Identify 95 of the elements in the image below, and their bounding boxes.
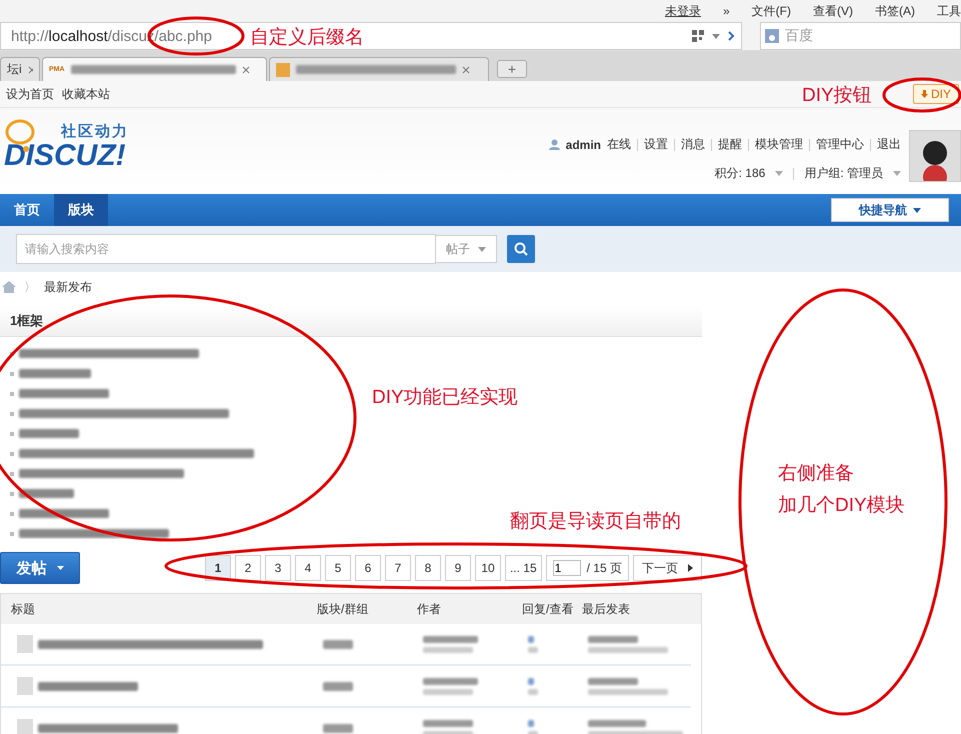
download-arrow-icon (920, 90, 928, 98)
annotation-text: 翻页是导读页自带的 (510, 510, 681, 534)
logo-tagline: 社区动力 (61, 122, 129, 141)
search-button[interactable] (507, 235, 535, 263)
nav-tab[interactable]: 版块 (54, 194, 108, 226)
home-icon[interactable] (2, 281, 16, 293)
page-link[interactable]: 5 (324, 555, 351, 581)
blurred-text[interactable] (19, 529, 169, 538)
blurred-text[interactable] (19, 509, 109, 518)
blurred-text[interactable] (19, 349, 199, 358)
page-link[interactable]: 10 (474, 555, 501, 581)
bullet-icon (10, 452, 14, 456)
bullet-icon (10, 432, 14, 436)
bookmark-link[interactable]: 收藏本站 (62, 86, 110, 102)
bullet-icon (10, 412, 14, 416)
annotation-text: 自定义后缀名 (250, 26, 364, 50)
nav-tab[interactable]: 首页 (0, 194, 54, 226)
post-button[interactable]: 发帖 (0, 552, 80, 584)
document-icon (17, 635, 33, 653)
user-group-link[interactable]: 用户组: 管理员 (804, 165, 883, 182)
blurred-text[interactable] (19, 369, 91, 378)
user-link[interactable]: 模块管理 (755, 136, 803, 153)
close-icon[interactable] (462, 66, 470, 74)
user-link[interactable]: 管理中心 (816, 136, 864, 153)
column-header: 标题 (11, 600, 36, 618)
blurred-text[interactable] (19, 429, 79, 438)
menu-item[interactable]: 书签(A) (875, 2, 915, 20)
blurred-text[interactable] (19, 409, 229, 418)
bullet-icon (10, 532, 14, 536)
page-link[interactable]: 6 (354, 555, 381, 581)
search-icon (514, 242, 528, 256)
page-link[interactable]: 7 (384, 555, 411, 581)
page-link[interactable]: 8 (414, 555, 441, 581)
chevron-text: » (722, 4, 730, 18)
page-link[interactable]: 3 (264, 555, 291, 581)
breadcrumb-link[interactable]: 最新发布 (44, 278, 92, 296)
logo-wordmark[interactable]: DISCUZ! (4, 141, 129, 171)
caret-right-icon (688, 564, 693, 572)
annotation-text: DIY按钮 (802, 84, 872, 108)
close-icon[interactable] (242, 66, 250, 74)
close-icon[interactable] (28, 66, 33, 74)
column-header: 回复/查看 (522, 600, 574, 618)
dropdown-icon[interactable] (712, 34, 720, 38)
annotation-text: DIY功能已经实现 (372, 386, 518, 410)
browser-tab[interactable] (269, 57, 489, 81)
caret-icon[interactable] (893, 171, 901, 176)
caret-icon (56, 566, 64, 570)
menu-item[interactable]: 文件(F) (752, 2, 791, 20)
menu-item[interactable]: 查看(V) (813, 2, 853, 20)
user-link[interactable]: 消息 (681, 136, 705, 153)
page-link[interactable]: 9 (444, 555, 471, 581)
bullet-icon (10, 512, 14, 516)
annotation-text: 右侧准备 加几个DIY模块 (778, 462, 905, 518)
column-header: 最后发表 (582, 600, 631, 618)
column-header: 版块/群组 (317, 600, 370, 618)
next-page-button[interactable]: 下一页 (633, 555, 702, 581)
qr-code-icon[interactable] (692, 30, 704, 42)
page-total: / 15 页 (586, 560, 622, 576)
blurred-text[interactable] (19, 449, 254, 458)
bullet-icon (10, 492, 14, 496)
bullet-icon (10, 352, 14, 356)
credits-link[interactable]: 积分: 186 (714, 165, 766, 182)
login-link[interactable]: 未登录 (664, 2, 701, 20)
document-icon (17, 719, 33, 734)
breadcrumb-separator: 〉 (24, 278, 36, 296)
bookmark-link[interactable]: 设为首页 (6, 86, 54, 102)
page-link[interactable]: 4 (294, 555, 321, 581)
document-icon (17, 677, 33, 695)
status-text: 在线 (607, 136, 631, 153)
blurred-text[interactable] (19, 389, 109, 398)
user-link[interactable]: 设置 (644, 136, 668, 153)
caret-icon (478, 246, 486, 252)
browser-tab[interactable]: 坛i (0, 57, 40, 81)
avatar[interactable] (909, 130, 961, 182)
bullet-icon (10, 392, 14, 396)
column-header: 作者 (417, 600, 442, 618)
caret-icon (913, 208, 921, 212)
bullet-icon (10, 472, 14, 476)
page-link[interactable]: 2 (234, 555, 261, 581)
username-link[interactable]: admin (566, 138, 601, 152)
user-link[interactable]: 提醒 (718, 136, 742, 153)
blurred-text[interactable] (19, 489, 74, 498)
page-link[interactable]: ... 15 (504, 555, 542, 581)
paw-icon (765, 29, 779, 43)
search-type-select[interactable]: 帖子 (435, 235, 497, 263)
user-icon (548, 139, 560, 150)
caret-icon[interactable] (775, 171, 784, 176)
new-tab-button[interactable]: + (497, 60, 527, 78)
menu-item[interactable]: 工具 (937, 2, 961, 20)
page-input[interactable]: 1 (552, 560, 581, 576)
bullet-icon (10, 372, 14, 376)
user-link[interactable]: 退出 (877, 136, 901, 153)
tab-icon (276, 62, 290, 76)
blurred-text[interactable] (19, 469, 184, 478)
quick-nav-button[interactable]: 快捷导航 (831, 198, 949, 222)
